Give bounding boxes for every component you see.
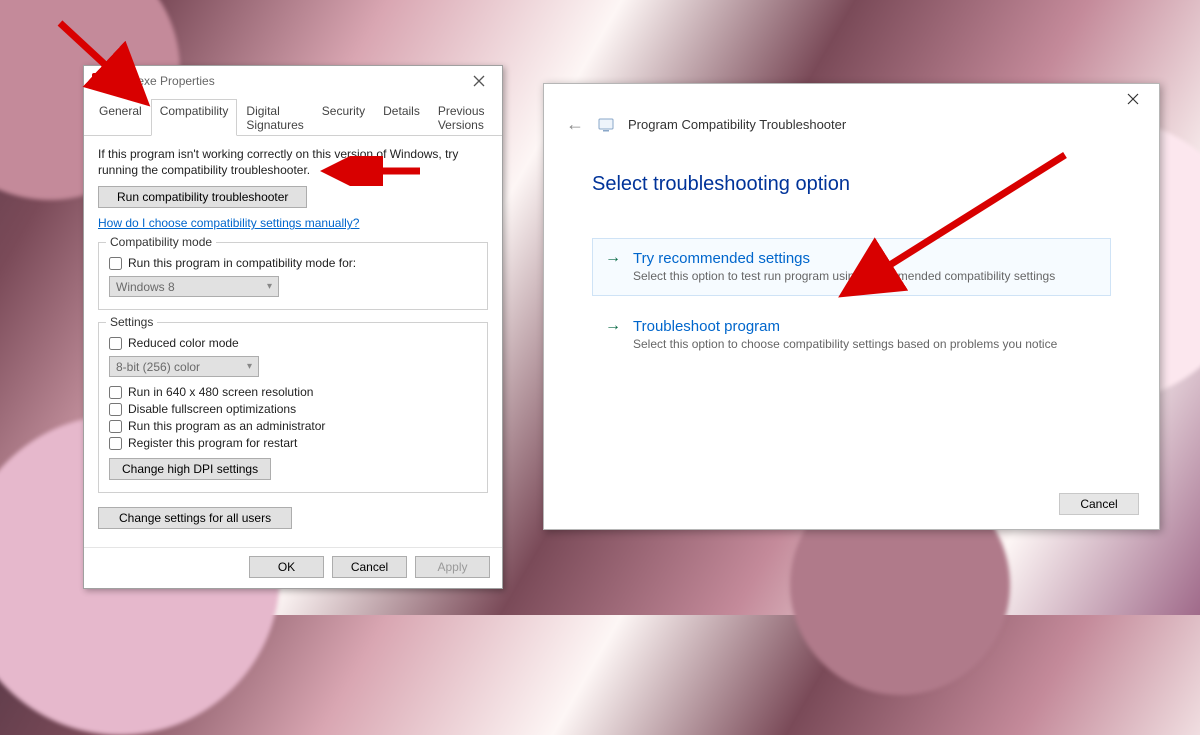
acrobat-icon xyxy=(92,73,108,89)
register-restart-checkbox[interactable] xyxy=(109,437,122,450)
register-restart-label: Register this program for restart xyxy=(128,436,297,450)
close-icon xyxy=(1127,93,1139,105)
apply-button[interactable]: Apply xyxy=(415,556,490,578)
wizard-heading: Select troubleshooting option xyxy=(592,173,1111,196)
tabbar: General Compatibility Digital Signatures… xyxy=(84,98,502,136)
disable-fullscreen-label: Disable fullscreen optimizations xyxy=(128,402,296,416)
settings-title: Settings xyxy=(106,315,157,329)
option-try-recommended[interactable]: → Try recommended settings Select this o… xyxy=(592,238,1111,296)
color-depth-value: 8-bit (256) color xyxy=(116,360,200,374)
compat-os-select[interactable]: Windows 8 ▾ xyxy=(109,276,279,297)
wizard-header-title: Program Compatibility Troubleshooter xyxy=(628,117,846,132)
window-title: d32.exe Properties xyxy=(114,74,464,88)
wizard-header: ← Program Compatibility Troubleshooter xyxy=(544,114,1159,143)
titlebar: d32.exe Properties xyxy=(84,66,502,96)
wizard-buttons: Cancel xyxy=(544,481,1159,529)
tab-compatibility[interactable]: Compatibility xyxy=(151,99,238,136)
troubleshooter-window: ← Program Compatibility Troubleshooter S… xyxy=(543,83,1160,530)
change-dpi-button[interactable]: Change high DPI settings xyxy=(109,458,271,480)
option-troubleshoot-program[interactable]: → Troubleshoot program Select this optio… xyxy=(592,306,1111,364)
arrow-right-icon: → xyxy=(605,249,623,267)
compatibility-pane: If this program isn't working correctly … xyxy=(84,136,502,547)
option-title: Troubleshoot program xyxy=(633,318,780,335)
ok-button[interactable]: OK xyxy=(249,556,324,578)
compat-os-value: Windows 8 xyxy=(116,280,175,294)
troubleshooter-icon xyxy=(598,117,614,133)
tab-previous-versions[interactable]: Previous Versions xyxy=(429,99,496,136)
compat-mode-label: Run this program in compatibility mode f… xyxy=(128,256,356,270)
run-admin-label: Run this program as an administrator xyxy=(128,419,325,433)
option-subtitle: Select this option to choose compatibili… xyxy=(633,337,1098,351)
reduced-color-checkbox[interactable] xyxy=(109,337,122,350)
tab-digital-signatures[interactable]: Digital Signatures xyxy=(237,99,312,136)
run-admin-checkbox[interactable] xyxy=(109,420,122,433)
arrow-right-icon: → xyxy=(605,317,623,335)
disable-fullscreen-checkbox[interactable] xyxy=(109,403,122,416)
close-button[interactable] xyxy=(464,69,494,93)
compat-mode-group: Compatibility mode Run this program in c… xyxy=(98,242,488,310)
run-640-checkbox[interactable] xyxy=(109,386,122,399)
wizard-body: Select troubleshooting option → Try reco… xyxy=(544,143,1159,481)
wizard-cancel-button[interactable]: Cancel xyxy=(1059,493,1139,515)
wizard-close-button[interactable] xyxy=(1113,88,1153,110)
tab-details[interactable]: Details xyxy=(374,99,429,136)
close-icon xyxy=(473,75,485,87)
chevron-down-icon: ▾ xyxy=(247,361,252,372)
chevron-down-icon: ▾ xyxy=(267,281,272,292)
dialog-buttons: OK Cancel Apply xyxy=(84,547,502,588)
back-icon: ← xyxy=(566,114,584,135)
compat-mode-checkbox[interactable] xyxy=(109,257,122,270)
color-depth-select[interactable]: 8-bit (256) color ▾ xyxy=(109,356,259,377)
option-subtitle: Select this option to test run program u… xyxy=(633,269,1098,283)
settings-group: Settings Reduced color mode 8-bit (256) … xyxy=(98,322,488,493)
manual-settings-link[interactable]: How do I choose compatibility settings m… xyxy=(98,216,359,230)
change-all-users-button[interactable]: Change settings for all users xyxy=(98,507,292,529)
option-title: Try recommended settings xyxy=(633,250,810,267)
properties-window: d32.exe Properties General Compatibility… xyxy=(83,65,503,589)
reduced-color-label: Reduced color mode xyxy=(128,336,239,350)
run-troubleshooter-button[interactable]: Run compatibility troubleshooter xyxy=(98,186,307,208)
compat-mode-title: Compatibility mode xyxy=(106,235,216,249)
tab-security[interactable]: Security xyxy=(313,99,374,136)
compat-description: If this program isn't working correctly … xyxy=(98,146,488,178)
tab-general[interactable]: General xyxy=(90,99,151,136)
cancel-button[interactable]: Cancel xyxy=(332,556,407,578)
wizard-titlebar xyxy=(544,84,1159,114)
run-640-label: Run in 640 x 480 screen resolution xyxy=(128,385,313,399)
